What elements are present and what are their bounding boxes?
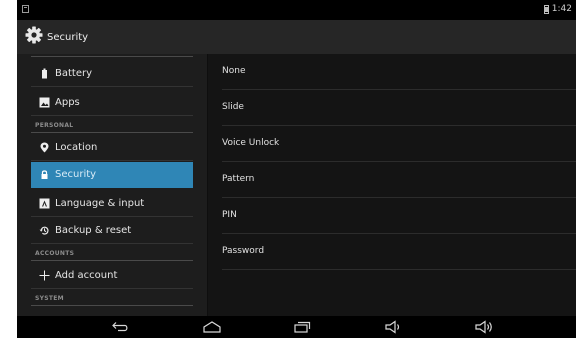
section-divider: [31, 132, 193, 133]
sidebar-item-label: Location: [55, 142, 98, 153]
keyboard-icon: [39, 198, 50, 209]
option-label: Password: [222, 246, 265, 256]
top-divider: [31, 56, 193, 57]
lock-icon: [41, 170, 48, 179]
sidebar-item-label: Language & input: [55, 198, 145, 209]
sidebar-item-location[interactable]: Location: [31, 135, 193, 161]
screen-lock-option-voice-unlock[interactable]: Voice Unlock: [222, 126, 576, 162]
volume-down-icon[interactable]: [384, 320, 404, 334]
location-pin-icon: [40, 142, 49, 153]
sidebar-item-security[interactable]: Security: [31, 162, 193, 188]
option-label: Voice Unlock: [222, 138, 280, 148]
backup-reset-icon: [39, 226, 49, 235]
screen-lock-option-password[interactable]: Password: [222, 234, 576, 270]
sidebar-item-apps[interactable]: Apps: [31, 90, 193, 116]
status-right: 1:42: [543, 3, 572, 15]
recent-apps-icon[interactable]: [292, 320, 312, 334]
section-divider: [31, 305, 193, 306]
battery-icon: [42, 68, 47, 79]
section-divider: [31, 260, 193, 261]
battery-status-icon: [543, 4, 549, 14]
sidebar-item-backup-reset[interactable]: Backup & reset: [31, 218, 193, 244]
navigation-bar: [17, 316, 576, 338]
sidebar-item-label: Add account: [55, 270, 118, 281]
volume-up-icon[interactable]: [474, 320, 494, 334]
screen-lock-option-pattern[interactable]: Pattern: [222, 162, 576, 198]
settings-gear-icon[interactable]: [25, 26, 43, 44]
section-header-personal: PERSONAL: [35, 122, 74, 129]
option-label: Slide: [222, 102, 244, 112]
sidebar-item-label: Apps: [55, 97, 80, 108]
sidebar-item-label: Security: [55, 169, 97, 180]
status-time: 1:42: [551, 4, 572, 14]
option-label: PIN: [222, 210, 237, 220]
screen-lock-options-list: None Slide Voice Unlock Pattern PIN Pass…: [208, 54, 576, 316]
sidebar-item-label: Battery: [55, 68, 93, 79]
screen-lock-option-pin[interactable]: PIN: [222, 198, 576, 234]
notification-icon: [22, 5, 29, 13]
settings-sidebar: Battery Apps PERSONAL Location Security: [17, 54, 207, 316]
plus-icon: [39, 270, 50, 281]
status-bar: 1:42: [17, 0, 576, 20]
section-header-system: SYSTEM: [35, 295, 64, 302]
back-icon[interactable]: [110, 320, 130, 334]
sidebar-item-add-account[interactable]: Add account: [31, 263, 193, 289]
section-header-accounts: ACCOUNTS: [35, 250, 75, 257]
apps-icon: [39, 97, 50, 108]
screen-lock-option-none[interactable]: None: [222, 54, 576, 90]
sidebar-item-language-input[interactable]: Language & input: [31, 191, 193, 217]
option-label: None: [222, 66, 246, 76]
device-screen: 1:42 Security Battery Apps PERSONAL Loca…: [17, 0, 576, 338]
home-icon[interactable]: [202, 320, 222, 334]
option-label: Pattern: [222, 174, 255, 184]
action-bar-title: Security: [47, 32, 89, 43]
sidebar-item-label: Backup & reset: [55, 225, 132, 236]
screen-lock-option-slide[interactable]: Slide: [222, 90, 576, 126]
action-bar: [17, 20, 576, 54]
sidebar-item-battery[interactable]: Battery: [31, 61, 193, 87]
